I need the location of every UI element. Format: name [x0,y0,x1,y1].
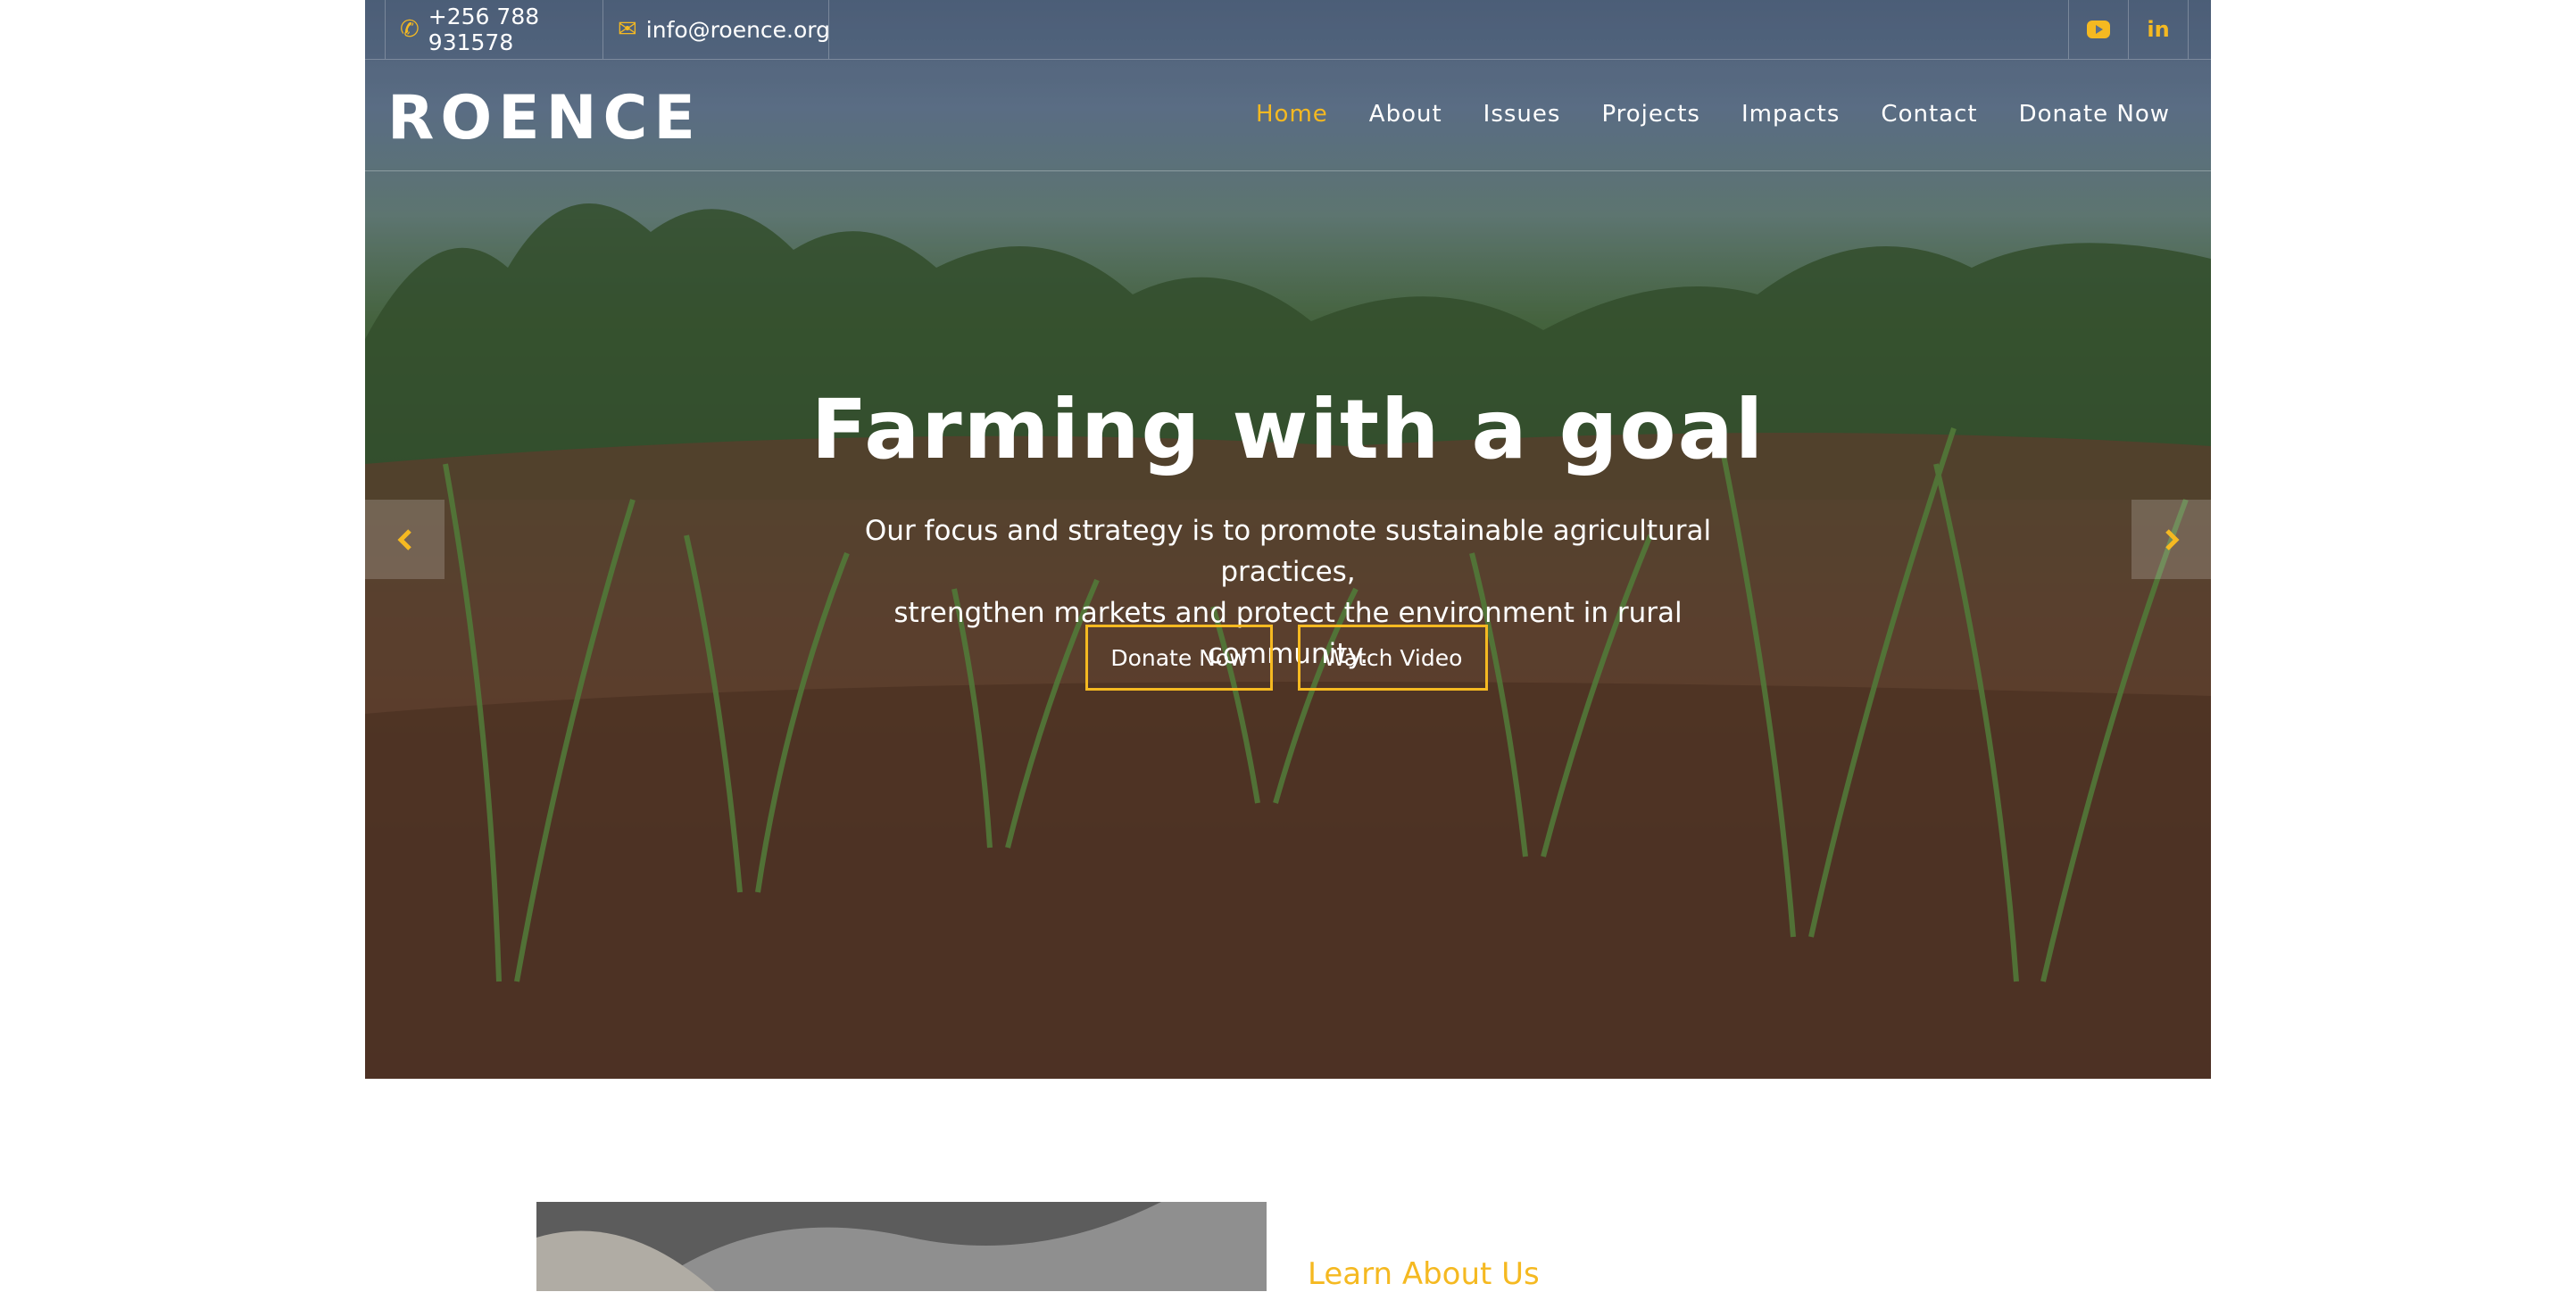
nav-donate-now[interactable]: Donate Now [2019,101,2170,128]
nav-about[interactable]: About [1369,101,1442,128]
topbar-phone-text: +256 788 931578 [428,4,540,55]
topbar: ✆ +256 788 931578 ✉ info@roence.org in [365,0,2211,60]
main-nav: Home About Issues Projects Impacts Conta… [1256,101,2170,128]
linkedin-link[interactable]: in [2128,0,2189,59]
carousel-prev-button[interactable] [365,500,445,579]
phone-icon: ✆ [400,16,420,43]
envelope-icon: ✉ [618,16,637,43]
carousel-next-button[interactable] [2131,500,2211,579]
site-logo[interactable]: ROENCE [387,83,702,153]
hero-carousel: ✆ +256 788 931578 ✉ info@roence.org in R… [365,0,2211,1079]
chevron-left-icon [396,528,411,551]
nav-projects[interactable]: Projects [1601,101,1700,128]
about-image-graphic [536,1202,1267,1291]
nav-contact[interactable]: Contact [1881,101,1977,128]
main-navbar: ROENCE Home About Issues Projects Impact… [365,60,2211,171]
hero-watch-video-button[interactable]: Watch Video [1298,625,1488,691]
hero-donate-button[interactable]: Donate Now [1085,625,1273,691]
hero-subtitle-line-2: strengthen markets and protect the envir… [893,597,1683,670]
topbar-phone[interactable]: ✆ +256 788 931578 [385,0,614,59]
about-heading: Learn About Us [1308,1256,1540,1292]
chevron-right-icon [2165,528,2180,551]
hero-title: Farming with a goal [810,382,1766,477]
about-image [536,1202,1267,1291]
nav-impacts[interactable]: Impacts [1741,101,1840,128]
topbar-email-text: info@roence.org [645,16,831,43]
nav-home[interactable]: Home [1256,101,1328,128]
youtube-link[interactable] [2068,0,2128,59]
nav-issues[interactable]: Issues [1483,101,1561,128]
linkedin-icon: in [2147,17,2170,42]
topbar-email[interactable]: ✉ info@roence.org [602,0,831,59]
youtube-icon [2087,21,2110,38]
hero-subtitle-line-1: Our focus and strategy is to promote sus… [864,515,1712,588]
hero-subtitle: Our focus and strategy is to promote sus… [811,510,1765,675]
